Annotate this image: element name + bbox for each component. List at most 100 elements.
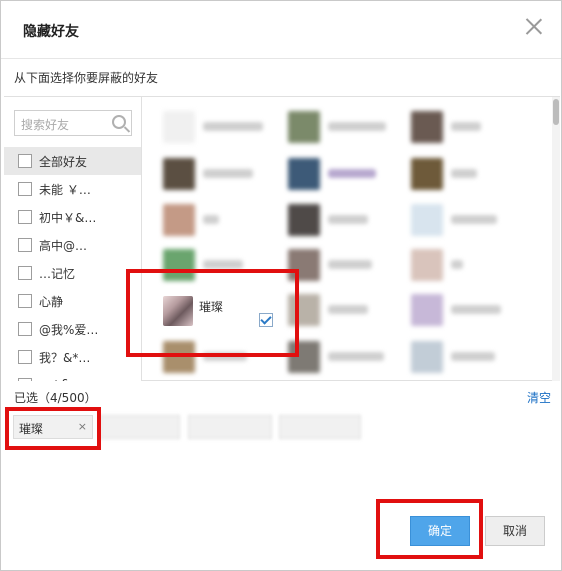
friend-item-blurred[interactable] (411, 341, 531, 375)
friend-name-blurred (451, 122, 481, 131)
search-icon[interactable] (112, 115, 126, 129)
friend-item-blurred[interactable] (288, 111, 408, 145)
avatar (288, 294, 320, 326)
friend-name-blurred (451, 305, 501, 314)
friend-item-selected[interactable]: 璀璨 (163, 296, 283, 332)
group-checkbox[interactable] (18, 266, 32, 280)
group-item[interactable]: …记忆 (4, 259, 141, 287)
close-icon[interactable] (525, 17, 543, 35)
friend-name: 璀璨 (199, 300, 224, 314)
friend-item-blurred[interactable] (288, 294, 408, 328)
friend-item-blurred[interactable] (411, 158, 531, 192)
clear-link[interactable]: 清空 (527, 389, 551, 406)
avatar (288, 204, 320, 236)
group-label: 初中￥&… (39, 211, 97, 225)
group-item[interactable]: @我%爱… (4, 315, 141, 343)
avatar (411, 294, 443, 326)
selected-tag-label: 璀璨 (19, 422, 44, 436)
friend-name-blurred (203, 215, 219, 224)
friend-item-blurred[interactable] (288, 249, 408, 283)
friend-name-blurred (451, 352, 495, 361)
group-label: 全部好友 (39, 155, 88, 169)
friend-item-blurred[interactable] (411, 111, 531, 145)
avatar (163, 341, 195, 373)
friend-item-blurred[interactable] (288, 204, 408, 238)
friend-name-blurred (328, 169, 376, 178)
avatar (411, 111, 443, 143)
group-label: 未能 ￥… (39, 183, 91, 197)
group-sidebar: 搜索好友 全部好友 未能 ￥… 初中￥&… 高中@… …记忆 心静 @我%爱… … (4, 97, 142, 381)
group-item[interactable]: 未能 ￥… (4, 175, 141, 203)
friend-item-blurred[interactable] (163, 158, 283, 192)
group-item-all[interactable]: 全部好友 (4, 147, 141, 175)
friend-item-blurred[interactable] (163, 204, 283, 238)
cancel-button[interactable]: 取消 (485, 516, 545, 546)
friend-item-blurred[interactable] (411, 204, 531, 238)
friend-name-blurred (203, 260, 243, 269)
friend-item-blurred[interactable] (163, 111, 283, 145)
friend-name-blurred (203, 122, 263, 131)
group-item[interactable]: …+&… (4, 371, 141, 381)
group-checkbox[interactable] (18, 154, 32, 168)
selected-tag-blurred (100, 415, 180, 439)
group-checkbox[interactable] (18, 322, 32, 336)
group-item[interactable]: 初中￥&… (4, 203, 141, 231)
friend-item-blurred[interactable] (288, 158, 408, 192)
friend-name-blurred (451, 215, 497, 224)
friend-name-blurred (328, 305, 368, 314)
group-label: 我？&*… (39, 351, 91, 365)
friend-item-blurred[interactable] (163, 249, 283, 283)
friend-list-scrollbar[interactable] (552, 97, 560, 381)
group-label: …记忆 (39, 267, 76, 281)
selected-tag-blurred (279, 415, 361, 439)
group-label: …+&… (39, 377, 82, 381)
avatar (163, 204, 195, 236)
confirm-button[interactable]: 确定 (410, 516, 470, 546)
friend-name-blurred (328, 352, 384, 361)
avatar (163, 111, 195, 143)
avatar (288, 249, 320, 281)
group-checkbox[interactable] (18, 238, 32, 252)
friend-name-blurred (451, 260, 463, 269)
group-checkbox[interactable] (18, 210, 32, 224)
friend-name-blurred (451, 169, 477, 178)
friend-name-blurred (328, 260, 372, 269)
selected-count: 已选（4/500） (14, 391, 97, 405)
avatar (288, 341, 320, 373)
group-item[interactable]: 我？&*… (4, 343, 141, 371)
selected-tag-blurred (188, 415, 272, 439)
group-checkbox[interactable] (18, 294, 32, 308)
scrollbar-thumb[interactable] (553, 99, 559, 125)
avatar (163, 249, 195, 281)
friend-name-blurred (203, 169, 253, 178)
group-checkbox[interactable] (18, 378, 32, 381)
friend-item-blurred[interactable] (411, 294, 531, 328)
checkmark-icon[interactable] (259, 313, 273, 327)
avatar (163, 158, 195, 190)
avatar (411, 341, 443, 373)
group-label: 高中@… (39, 239, 88, 253)
friend-item-blurred[interactable] (163, 341, 283, 375)
avatar (288, 111, 320, 143)
avatar (411, 158, 443, 190)
friend-item-blurred[interactable] (288, 341, 408, 375)
avatar (288, 158, 320, 190)
friend-name-blurred (328, 122, 386, 131)
dialog-header: 隐藏好友 (1, 1, 561, 59)
avatar (411, 249, 443, 281)
group-item[interactable]: 心静 (4, 287, 141, 315)
friend-item-blurred[interactable] (411, 249, 531, 283)
search-placeholder: 搜索好友 (21, 118, 70, 132)
search-input[interactable]: 搜索好友 (14, 110, 132, 136)
group-checkbox[interactable] (18, 350, 32, 364)
group-checkbox[interactable] (18, 182, 32, 196)
selected-tag: 璀璨 × (13, 415, 93, 439)
group-item[interactable]: 高中@… (4, 231, 141, 259)
dialog-subtitle: 从下面选择你要屏蔽的好友 (14, 71, 159, 85)
hide-friends-dialog: 隐藏好友 从下面选择你要屏蔽的好友 搜索好友 全部好友 未能 ￥… 初中￥&… … (0, 0, 562, 571)
group-list: 全部好友 未能 ￥… 初中￥&… 高中@… …记忆 心静 @我%爱… 我？&*… (4, 147, 141, 381)
group-label: 心静 (39, 295, 64, 309)
remove-icon[interactable]: × (78, 420, 87, 433)
friend-name-blurred (203, 352, 247, 361)
avatar (411, 204, 443, 236)
